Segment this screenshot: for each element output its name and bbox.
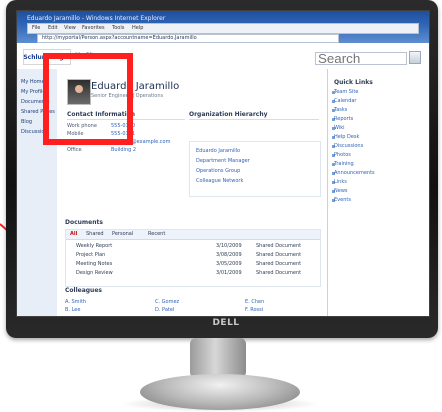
right-link[interactable]: Links — [334, 179, 347, 185]
right-link[interactable]: News — [334, 188, 348, 194]
documents-table: All Shared Personal Recent Weekly Report… — [65, 229, 321, 287]
documents-section-title: Documents — [65, 219, 103, 226]
monitor-screen: Eduardo Jaramillo - Windows Internet Exp… — [16, 10, 430, 317]
document-name[interactable]: Design Review — [76, 270, 113, 276]
colleague-link[interactable]: A. Smith — [65, 299, 86, 305]
tab-recent[interactable]: Recent — [148, 231, 165, 237]
nav-item-my-profile[interactable]: My Profile — [21, 89, 45, 95]
nav-item-my-home[interactable]: My Home — [21, 79, 45, 85]
org-line-3[interactable]: Operations Group — [196, 168, 240, 174]
monitor-stand-base — [140, 374, 300, 410]
monitor-stand-neck — [190, 338, 246, 378]
highlight-box — [43, 53, 133, 145]
address-text: http://myportal/Person.aspx?accountname=… — [42, 35, 197, 41]
top-search-input[interactable] — [315, 52, 407, 65]
document-name[interactable]: Project Plan — [76, 252, 105, 258]
right-link[interactable]: Wiki — [334, 125, 345, 131]
monitor-brand: DELL — [212, 318, 240, 328]
menu-edit[interactable]: Edit — [48, 25, 58, 31]
nav-item-blog[interactable]: Blog — [21, 119, 32, 125]
document-type: Shared Document — [256, 261, 302, 267]
address-bar[interactable]: http://myportal/Person.aspx?accountname=… — [37, 34, 339, 43]
document-type: Shared Document — [256, 252, 302, 258]
colleague-link[interactable]: E. Chen — [245, 299, 264, 305]
org-section-title: Organization Hierarchy — [189, 111, 268, 118]
search-button[interactable] — [409, 51, 421, 64]
tab-shared[interactable]: Shared — [86, 231, 104, 237]
right-link[interactable]: Team Site — [334, 89, 358, 95]
right-panel: Quick Links Team Site Calendar Tasks Rep… — [327, 69, 429, 316]
org-line-1[interactable]: Eduardo Jaramillo — [196, 148, 240, 154]
right-link[interactable]: Discussions — [334, 143, 363, 149]
right-link[interactable]: Reports — [334, 116, 353, 122]
menu-favorites[interactable]: Favorites — [82, 25, 105, 31]
tab-all[interactable]: All — [70, 231, 77, 237]
document-type: Shared Document — [256, 243, 302, 249]
right-link[interactable]: Photos — [334, 152, 351, 158]
menu-file[interactable]: File — [32, 25, 40, 31]
colleague-link[interactable]: C. Gomez — [155, 299, 179, 305]
document-date: 3/01/2009 — [216, 270, 242, 276]
document-row[interactable]: Weekly Report 3/10/2009 Shared Document — [66, 242, 320, 249]
right-link[interactable]: Events — [334, 197, 351, 203]
tab-personal[interactable]: Personal — [112, 231, 133, 237]
document-name[interactable]: Weekly Report — [76, 243, 112, 249]
right-link[interactable]: Calendar — [334, 98, 356, 104]
colleague-link[interactable]: B. Lee — [65, 307, 80, 313]
contact-value-office: Building 2 — [111, 147, 137, 153]
document-type: Shared Document — [256, 270, 302, 276]
menu-tools[interactable]: Tools — [112, 25, 124, 31]
documents-tabs: All Shared Personal Recent — [66, 230, 320, 240]
right-link[interactable]: Training — [334, 161, 354, 167]
right-link[interactable]: Tasks — [334, 107, 347, 113]
document-date: 3/10/2009 — [216, 243, 242, 249]
right-link[interactable]: Announcements — [334, 170, 375, 176]
document-row[interactable]: Project Plan 3/08/2009 Shared Document — [66, 251, 320, 258]
browser-chrome: Eduardo Jaramillo - Windows Internet Exp… — [17, 11, 429, 43]
right-panel-title: Quick Links — [334, 79, 373, 86]
browser-title: Eduardo Jaramillo - Windows Internet Exp… — [27, 15, 166, 22]
photo-scene: Eduardo Jaramillo - Windows Internet Exp… — [0, 0, 442, 412]
menu-view[interactable]: View — [64, 25, 76, 31]
document-row[interactable]: Meeting Notes 3/05/2009 Shared Document — [66, 260, 320, 267]
right-link[interactable]: Help Desk — [334, 134, 359, 140]
browser-menu-bar: File Edit View Favorites Tools Help — [27, 23, 419, 34]
document-date: 3/05/2009 — [216, 261, 242, 267]
colleague-link[interactable]: F. Rossi — [245, 307, 263, 313]
colleagues-list: A. Smith B. Lee C. Gomez D. Patel E. Che… — [65, 293, 319, 313]
monitor: Eduardo Jaramillo - Windows Internet Exp… — [6, 0, 438, 338]
org-hierarchy-box: Eduardo Jaramillo Department Manager Ope… — [189, 141, 321, 197]
menu-help[interactable]: Help — [132, 25, 143, 31]
document-name[interactable]: Meeting Notes — [76, 261, 112, 267]
colleague-link[interactable]: D. Patel — [155, 307, 174, 313]
org-divider — [189, 119, 319, 120]
contact-label-office: Office — [67, 147, 82, 153]
document-date: 3/08/2009 — [216, 252, 242, 258]
org-line-4[interactable]: Colleague Network — [196, 178, 243, 184]
document-row[interactable]: Design Review 3/01/2009 Shared Document — [66, 269, 320, 276]
org-line-2[interactable]: Department Manager — [196, 158, 250, 164]
